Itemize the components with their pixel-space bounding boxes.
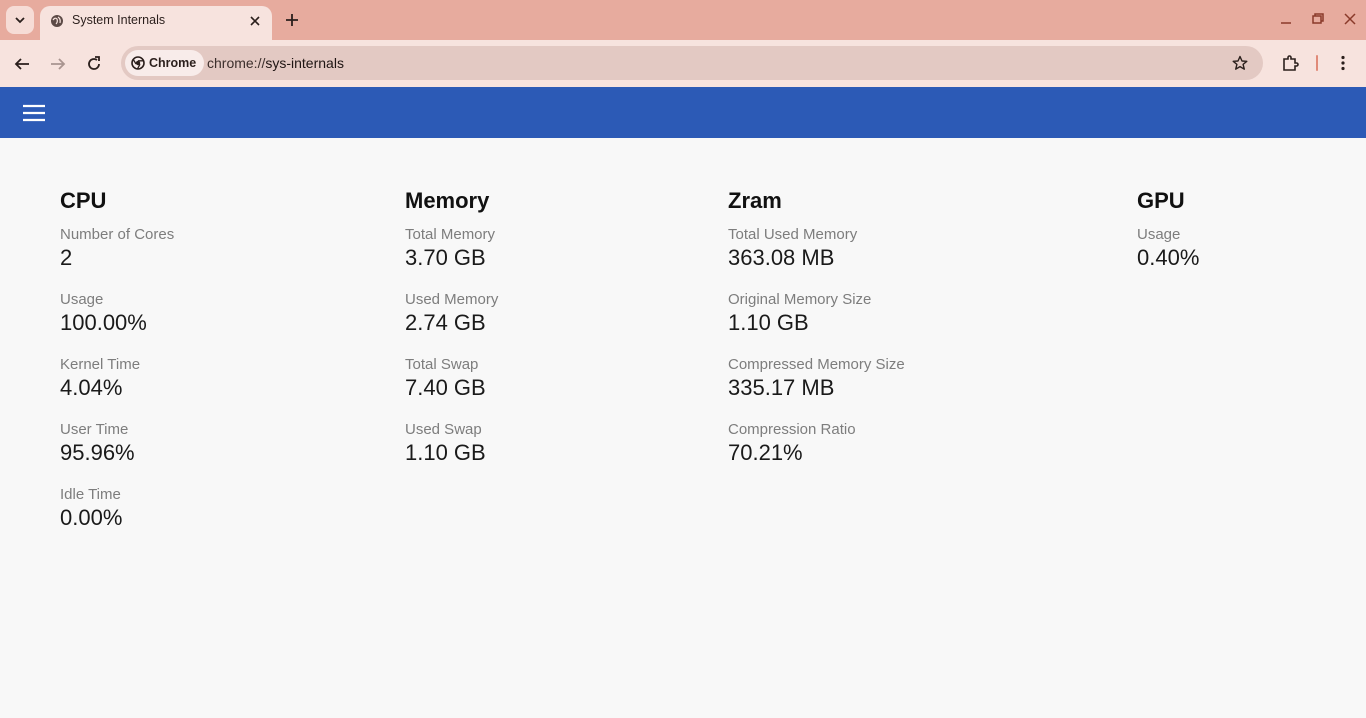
memory-section: Memory Total Memory 3.70 GB Used Memory … — [405, 188, 498, 486]
minimize-icon — [1281, 22, 1291, 24]
tab-search-button[interactable] — [6, 6, 34, 34]
url-host: sys-internals — [265, 55, 344, 71]
close-icon — [1344, 13, 1356, 25]
chevron-down-icon — [15, 17, 25, 24]
metric-label: Usage — [1137, 226, 1181, 243]
url-text[interactable]: chrome://sys-internals — [207, 55, 344, 71]
metric-item: Usage 100.00% — [60, 291, 174, 356]
metric-value: 0.00% — [60, 505, 123, 530]
metric-item: Number of Cores 2 — [60, 226, 174, 291]
metric-label: Total Swap — [405, 356, 479, 373]
metric-label: Compression Ratio — [728, 421, 856, 438]
more-vert-icon — [1341, 55, 1345, 71]
restore-button[interactable] — [1307, 8, 1329, 30]
globe-icon — [51, 15, 63, 27]
metric-label: Used Swap — [405, 421, 482, 438]
metric-value: 2 — [60, 245, 73, 270]
metric-item: Usage 0.40% — [1137, 226, 1199, 291]
hamburger-menu-icon — [23, 104, 45, 122]
metric-value: 2.74 GB — [405, 310, 486, 335]
tab-close-button[interactable] — [246, 12, 264, 30]
section-title: CPU — [60, 188, 107, 213]
metric-item: Total Memory 3.70 GB — [405, 226, 498, 291]
section-title: GPU — [1137, 188, 1185, 213]
metric-label: User Time — [60, 421, 129, 438]
extensions-button[interactable] — [1279, 52, 1301, 74]
metric-label: Original Memory Size — [728, 291, 872, 308]
metric-item: Used Swap 1.10 GB — [405, 421, 498, 486]
puzzle-icon — [1283, 55, 1299, 71]
metric-label: Usage — [60, 291, 104, 308]
chip-label: Chrome — [149, 56, 197, 70]
tab-strip: System Internals — [0, 0, 1366, 40]
forward-button[interactable] — [46, 52, 70, 76]
metric-label: Total Memory — [405, 226, 496, 243]
bookmark-button[interactable] — [1231, 54, 1249, 72]
metric-item: Original Memory Size 1.10 GB — [728, 291, 905, 356]
arrow-left-icon — [14, 58, 29, 70]
arrow-right-icon — [51, 58, 66, 70]
metric-item: Used Memory 2.74 GB — [405, 291, 498, 356]
tab-title: System Internals — [72, 13, 166, 27]
chrome-icon — [131, 56, 145, 70]
menu-button[interactable] — [20, 99, 48, 127]
metric-value: 100.00% — [60, 310, 147, 335]
star-icon — [1232, 55, 1248, 70]
metric-label: Total Used Memory — [728, 226, 858, 243]
metric-value: 0.40% — [1137, 245, 1200, 270]
metric-value: 1.10 GB — [728, 310, 809, 335]
active-tab[interactable]: System Internals — [40, 6, 272, 40]
plus-icon — [286, 14, 298, 26]
app-header — [0, 87, 1366, 138]
metric-value: 3.70 GB — [405, 245, 486, 270]
gpu-section: GPU Usage 0.40% — [1137, 188, 1199, 291]
metric-label: Idle Time — [60, 486, 121, 503]
metric-value: 1.10 GB — [405, 440, 486, 465]
metric-value: 4.04% — [60, 375, 123, 400]
metric-label: Kernel Time — [60, 356, 141, 373]
reload-button[interactable] — [82, 52, 106, 76]
metric-value: 335.17 MB — [728, 375, 835, 400]
address-bar[interactable]: Chrome chrome://sys-internals — [121, 46, 1263, 80]
reload-icon — [88, 56, 100, 70]
metric-label: Used Memory — [405, 291, 499, 308]
zram-section: Zram Total Used Memory 363.08 MB Origina… — [728, 188, 905, 486]
metric-label: Number of Cores — [60, 226, 175, 243]
new-tab-button[interactable] — [281, 9, 303, 31]
metric-item: Compression Ratio 70.21% — [728, 421, 905, 486]
metric-item: User Time 95.96% — [60, 421, 174, 486]
metric-item: Compressed Memory Size 335.17 MB — [728, 356, 905, 421]
metric-value: 363.08 MB — [728, 245, 835, 270]
metric-item: Kernel Time 4.04% — [60, 356, 174, 421]
cpu-section: CPU Number of Cores 2 Usage 100.00% Kern… — [60, 188, 174, 551]
metric-item: Idle Time 0.00% — [60, 486, 174, 551]
metric-item: Total Used Memory 363.08 MB — [728, 226, 905, 291]
toolbar-separator — [1316, 55, 1318, 71]
metric-value: 95.96% — [60, 440, 135, 465]
restore-icon — [1312, 13, 1324, 24]
browser-menu-button[interactable] — [1332, 52, 1354, 74]
metric-value: 70.21% — [728, 440, 803, 465]
metric-item: Total Swap 7.40 GB — [405, 356, 498, 421]
metric-value: 7.40 GB — [405, 375, 486, 400]
close-window-button[interactable] — [1339, 8, 1361, 30]
section-title: Memory — [405, 188, 490, 213]
back-button[interactable] — [10, 52, 34, 76]
close-icon — [250, 16, 260, 26]
metric-label: Compressed Memory Size — [728, 356, 905, 373]
section-title: Zram — [728, 188, 782, 213]
url-scheme: chrome:// — [207, 55, 266, 71]
browser-toolbar: Chrome chrome://sys-internals — [0, 40, 1366, 87]
site-info-chip[interactable]: Chrome — [125, 50, 205, 76]
minimize-button[interactable] — [1275, 8, 1297, 30]
